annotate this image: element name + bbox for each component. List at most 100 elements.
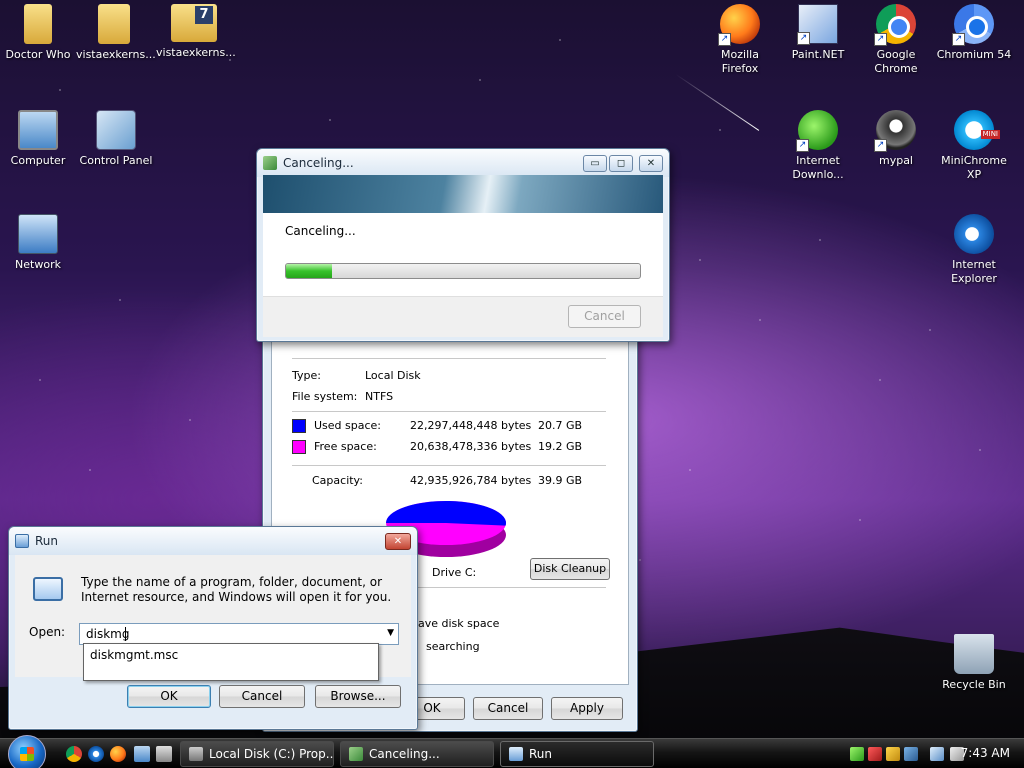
security-shield-icon[interactable] — [868, 747, 882, 761]
taskbar-item-canceling[interactable]: Canceling... — [340, 741, 494, 767]
copy-progress-icon — [263, 156, 277, 170]
close-icon[interactable]: ✕ — [385, 532, 411, 550]
canceling-body: Canceling... — [263, 213, 663, 296]
autocomplete-dropdown: diskmgmt.msc — [83, 643, 379, 681]
separator — [292, 358, 606, 359]
progress-fill — [286, 264, 333, 278]
run-description: Type the name of a program, folder, docu… — [81, 575, 392, 604]
separator — [292, 411, 606, 412]
run-open-input[interactable]: diskmg — [86, 627, 129, 641]
drive-icon — [189, 747, 203, 761]
quicklaunch-switch-windows-icon[interactable] — [156, 746, 172, 762]
notification-icon[interactable] — [886, 747, 900, 761]
desktop-icon-paint-net[interactable]: ↗ Paint.NET — [780, 4, 856, 62]
desktop-icon-internet-download-manager[interactable]: ↗ Internet Downlo... — [780, 110, 856, 182]
desktop-icon-internet-explorer[interactable]: Internet Explorer — [936, 214, 1012, 286]
shortcut-arrow-icon: ↗ — [952, 33, 965, 46]
run-program-icon — [33, 577, 63, 601]
run-titlebar[interactable]: Run ✕ — [9, 527, 417, 555]
type-label: Type: — [292, 369, 321, 382]
disk-cleanup-button[interactable]: Disk Cleanup — [530, 558, 610, 580]
run-open-combobox[interactable]: diskmg ▼ — [79, 623, 399, 645]
desktop-icon-network[interactable]: Network — [0, 214, 76, 272]
desktop-icon-label: Mozilla Firefox — [721, 48, 759, 75]
chevron-down-icon[interactable]: ▼ — [387, 628, 394, 638]
network-status-icon[interactable] — [930, 747, 944, 761]
shortcut-arrow-icon: ↗ — [874, 139, 887, 152]
desktop-icon-doctor-who[interactable]: Doctor Who — [0, 4, 76, 62]
start-orb-icon[interactable] — [8, 735, 46, 768]
canceling-footer: Cancel — [263, 296, 663, 337]
canceling-status-text: Canceling... — [285, 224, 356, 238]
minimize-icon[interactable]: ▭ — [583, 154, 607, 172]
run-ok-button[interactable]: OK — [127, 685, 211, 708]
desktop-icon-mypal[interactable]: ↗ mypal — [858, 110, 934, 168]
taskbar-item-run[interactable]: Run — [500, 741, 654, 767]
desktop-icon-vistaexkerns-2[interactable]: 7 vistaexkerns... — [156, 4, 236, 60]
run-window-icon — [509, 747, 523, 761]
desktop-icon-vistaexkerns-1[interactable]: vistaexkerns... — [76, 4, 156, 62]
desktop-icon-label: vistaexkerns... — [156, 46, 236, 59]
taskbar: Local Disk (C:) Prop... Canceling... Run… — [0, 735, 1024, 768]
desktop-icon-label: Chromium 54 — [936, 48, 1012, 61]
maximize-icon[interactable]: ◻ — [609, 154, 633, 172]
index-drive-option-label[interactable]: searching — [426, 640, 480, 653]
computer-icon — [18, 110, 58, 150]
used-space-bytes: 22,297,448,448 bytes — [410, 419, 532, 432]
desktop-icon-label: Computer — [10, 154, 66, 167]
canceling-cancel-button[interactable]: Cancel — [568, 305, 641, 328]
folder-icon — [24, 4, 52, 44]
capacity-label: Capacity: — [312, 474, 363, 487]
free-space-label: Free space: — [314, 440, 377, 453]
file-system-label: File system: — [292, 390, 358, 403]
canceling-banner — [263, 175, 663, 213]
text-caret — [125, 627, 126, 641]
quicklaunch-firefox-icon[interactable] — [110, 746, 126, 762]
autocomplete-item[interactable]: diskmgmt.msc — [90, 648, 178, 662]
properties-apply-button[interactable]: Apply — [551, 697, 623, 720]
properties-cancel-button[interactable]: Cancel — [473, 697, 543, 720]
folder-icon: 7 — [171, 4, 217, 42]
capacity-gb: 39.9 GB — [538, 474, 583, 487]
copy-progress-icon — [349, 747, 363, 761]
drive-label: Drive C: — [432, 566, 477, 579]
desktop-icon-label: Paint.NET — [791, 48, 845, 61]
pie-slice-used — [386, 501, 506, 526]
desktop-icon-label: vistaexkerns... — [76, 48, 156, 61]
close-icon[interactable]: ✕ — [639, 154, 663, 172]
run-dialog: Run ✕ Type the name of a program, folder… — [8, 526, 418, 730]
taskbar-item-local-disk-properties[interactable]: Local Disk (C:) Prop... — [180, 741, 334, 767]
run-browse-button[interactable]: Browse... — [315, 685, 401, 708]
firefox-icon: ↗ — [718, 4, 760, 46]
compress-drive-option-label[interactable]: ave disk space — [418, 617, 499, 630]
quicklaunch-ie-icon[interactable] — [88, 746, 104, 762]
used-space-gb: 20.7 GB — [538, 419, 583, 432]
used-space-color-swatch — [292, 419, 306, 433]
network-tray-icon[interactable] — [904, 747, 918, 761]
desktop-icon-computer[interactable]: Computer — [0, 110, 76, 168]
desktop-icon-firefox[interactable]: ↗ Mozilla Firefox — [702, 4, 778, 76]
quicklaunch-show-desktop-icon[interactable] — [134, 746, 150, 762]
desktop-icon-recycle-bin[interactable]: Recycle Bin — [936, 634, 1012, 692]
canceling-titlebar[interactable]: Canceling... ▭ ◻ ✕ — [257, 149, 669, 177]
used-space-label: Used space: — [314, 419, 382, 432]
desktop-icon-chromium[interactable]: ↗ Chromium 54 — [936, 4, 1012, 62]
desktop-icon-minichrome-xp[interactable]: MINI MiniChrome XP — [936, 110, 1012, 182]
canceling-title: Canceling... — [283, 156, 354, 170]
run-title: Run — [35, 534, 59, 548]
chromium-icon: ↗ — [952, 4, 994, 46]
download-manager-tray-icon[interactable] — [850, 747, 864, 761]
open-label: Open: — [29, 625, 66, 639]
mini-badge-icon: MINI — [980, 130, 1000, 139]
run-cancel-button[interactable]: Cancel — [219, 685, 305, 708]
chrome-icon: ↗ — [874, 4, 916, 46]
desktop-icon-label: Control Panel — [79, 154, 153, 167]
quicklaunch-chrome-icon[interactable] — [66, 746, 82, 762]
free-space-bytes: 20,638,478,336 bytes — [410, 440, 532, 453]
desktop-icon-label: Doctor Who — [5, 48, 71, 61]
taskbar-clock[interactable]: 7:43 AM — [961, 746, 1010, 760]
system-tray: 7:43 AM — [838, 739, 1024, 768]
canceling-progress-bar — [285, 263, 641, 279]
desktop-icon-control-panel[interactable]: Control Panel — [78, 110, 154, 168]
desktop-icon-google-chrome[interactable]: ↗ Google Chrome — [858, 4, 934, 76]
